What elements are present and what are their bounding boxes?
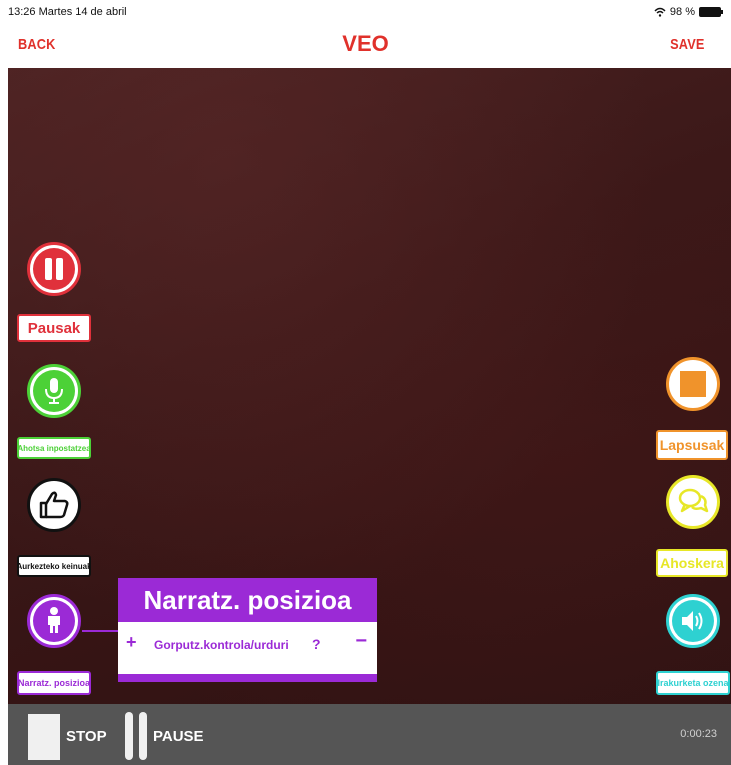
battery-icon	[699, 7, 723, 17]
narratz-button[interactable]	[27, 594, 81, 648]
stop-square-icon	[680, 371, 706, 397]
panel-item-label: Gorputz.kontrola/urduri	[154, 638, 289, 652]
lapsusak-button[interactable]	[666, 357, 720, 411]
stop-button[interactable]: STOP	[66, 728, 107, 745]
pause-bar-right[interactable]	[139, 712, 147, 760]
recording-toolbar: STOP PAUSE 0:00:23	[8, 704, 731, 765]
panel-bottom-bar	[118, 674, 377, 682]
status-right: 98 %	[654, 6, 723, 18]
save-button[interactable]: SAVE	[671, 36, 705, 53]
aurkezteko-label[interactable]: Aurkezteko keinuak	[17, 555, 91, 577]
wifi-icon	[654, 7, 666, 17]
page-title: VEO	[342, 31, 389, 56]
ahoskera-label[interactable]: Ahoskera	[656, 549, 728, 577]
aurkezteko-button[interactable]	[27, 478, 81, 532]
lapsusak-label[interactable]: Lapsusak	[656, 430, 728, 460]
ahotsa-button[interactable]	[27, 364, 81, 418]
microphone-icon	[33, 370, 75, 412]
stop-icon[interactable]	[28, 714, 60, 760]
person-icon	[33, 600, 75, 642]
ahoskera-button[interactable]	[666, 475, 720, 529]
battery-percent: 98 %	[669, 6, 695, 18]
pause-bar-left[interactable]	[125, 712, 133, 760]
narratz-panel: Narratz. posizioa + Gorputz.kontrola/urd…	[118, 578, 377, 682]
pausak-button[interactable]	[27, 242, 81, 296]
nav-bar: BACK VEO SAVE	[0, 22, 731, 68]
remove-button[interactable]: −	[355, 630, 367, 653]
pause-icon	[33, 248, 75, 290]
pausak-label[interactable]: Pausak	[17, 314, 91, 342]
speech-bubble-icon	[678, 488, 709, 513]
status-time: 13:26 Martes 14 de abril	[8, 6, 127, 18]
panel-title: Narratz. posizioa	[118, 578, 377, 622]
irakurketa-label[interactable]: Irakurketa ozena	[656, 671, 730, 695]
add-button[interactable]: +	[126, 632, 137, 653]
help-button[interactable]: ?	[312, 636, 321, 652]
irakurketa-button[interactable]	[666, 594, 720, 648]
narratz-label[interactable]: Narratz. posizioa	[17, 671, 91, 695]
thumbs-up-icon	[39, 491, 69, 519]
status-bar: 13:26 Martes 14 de abril 98 %	[0, 0, 731, 22]
ahotsa-label[interactable]: Ahotsa inpostatzea	[17, 437, 91, 459]
connector-line	[82, 630, 120, 632]
recording-timer: 0:00:23	[680, 728, 717, 740]
speaker-icon	[672, 600, 714, 642]
pause-button[interactable]: PAUSE	[153, 728, 204, 745]
